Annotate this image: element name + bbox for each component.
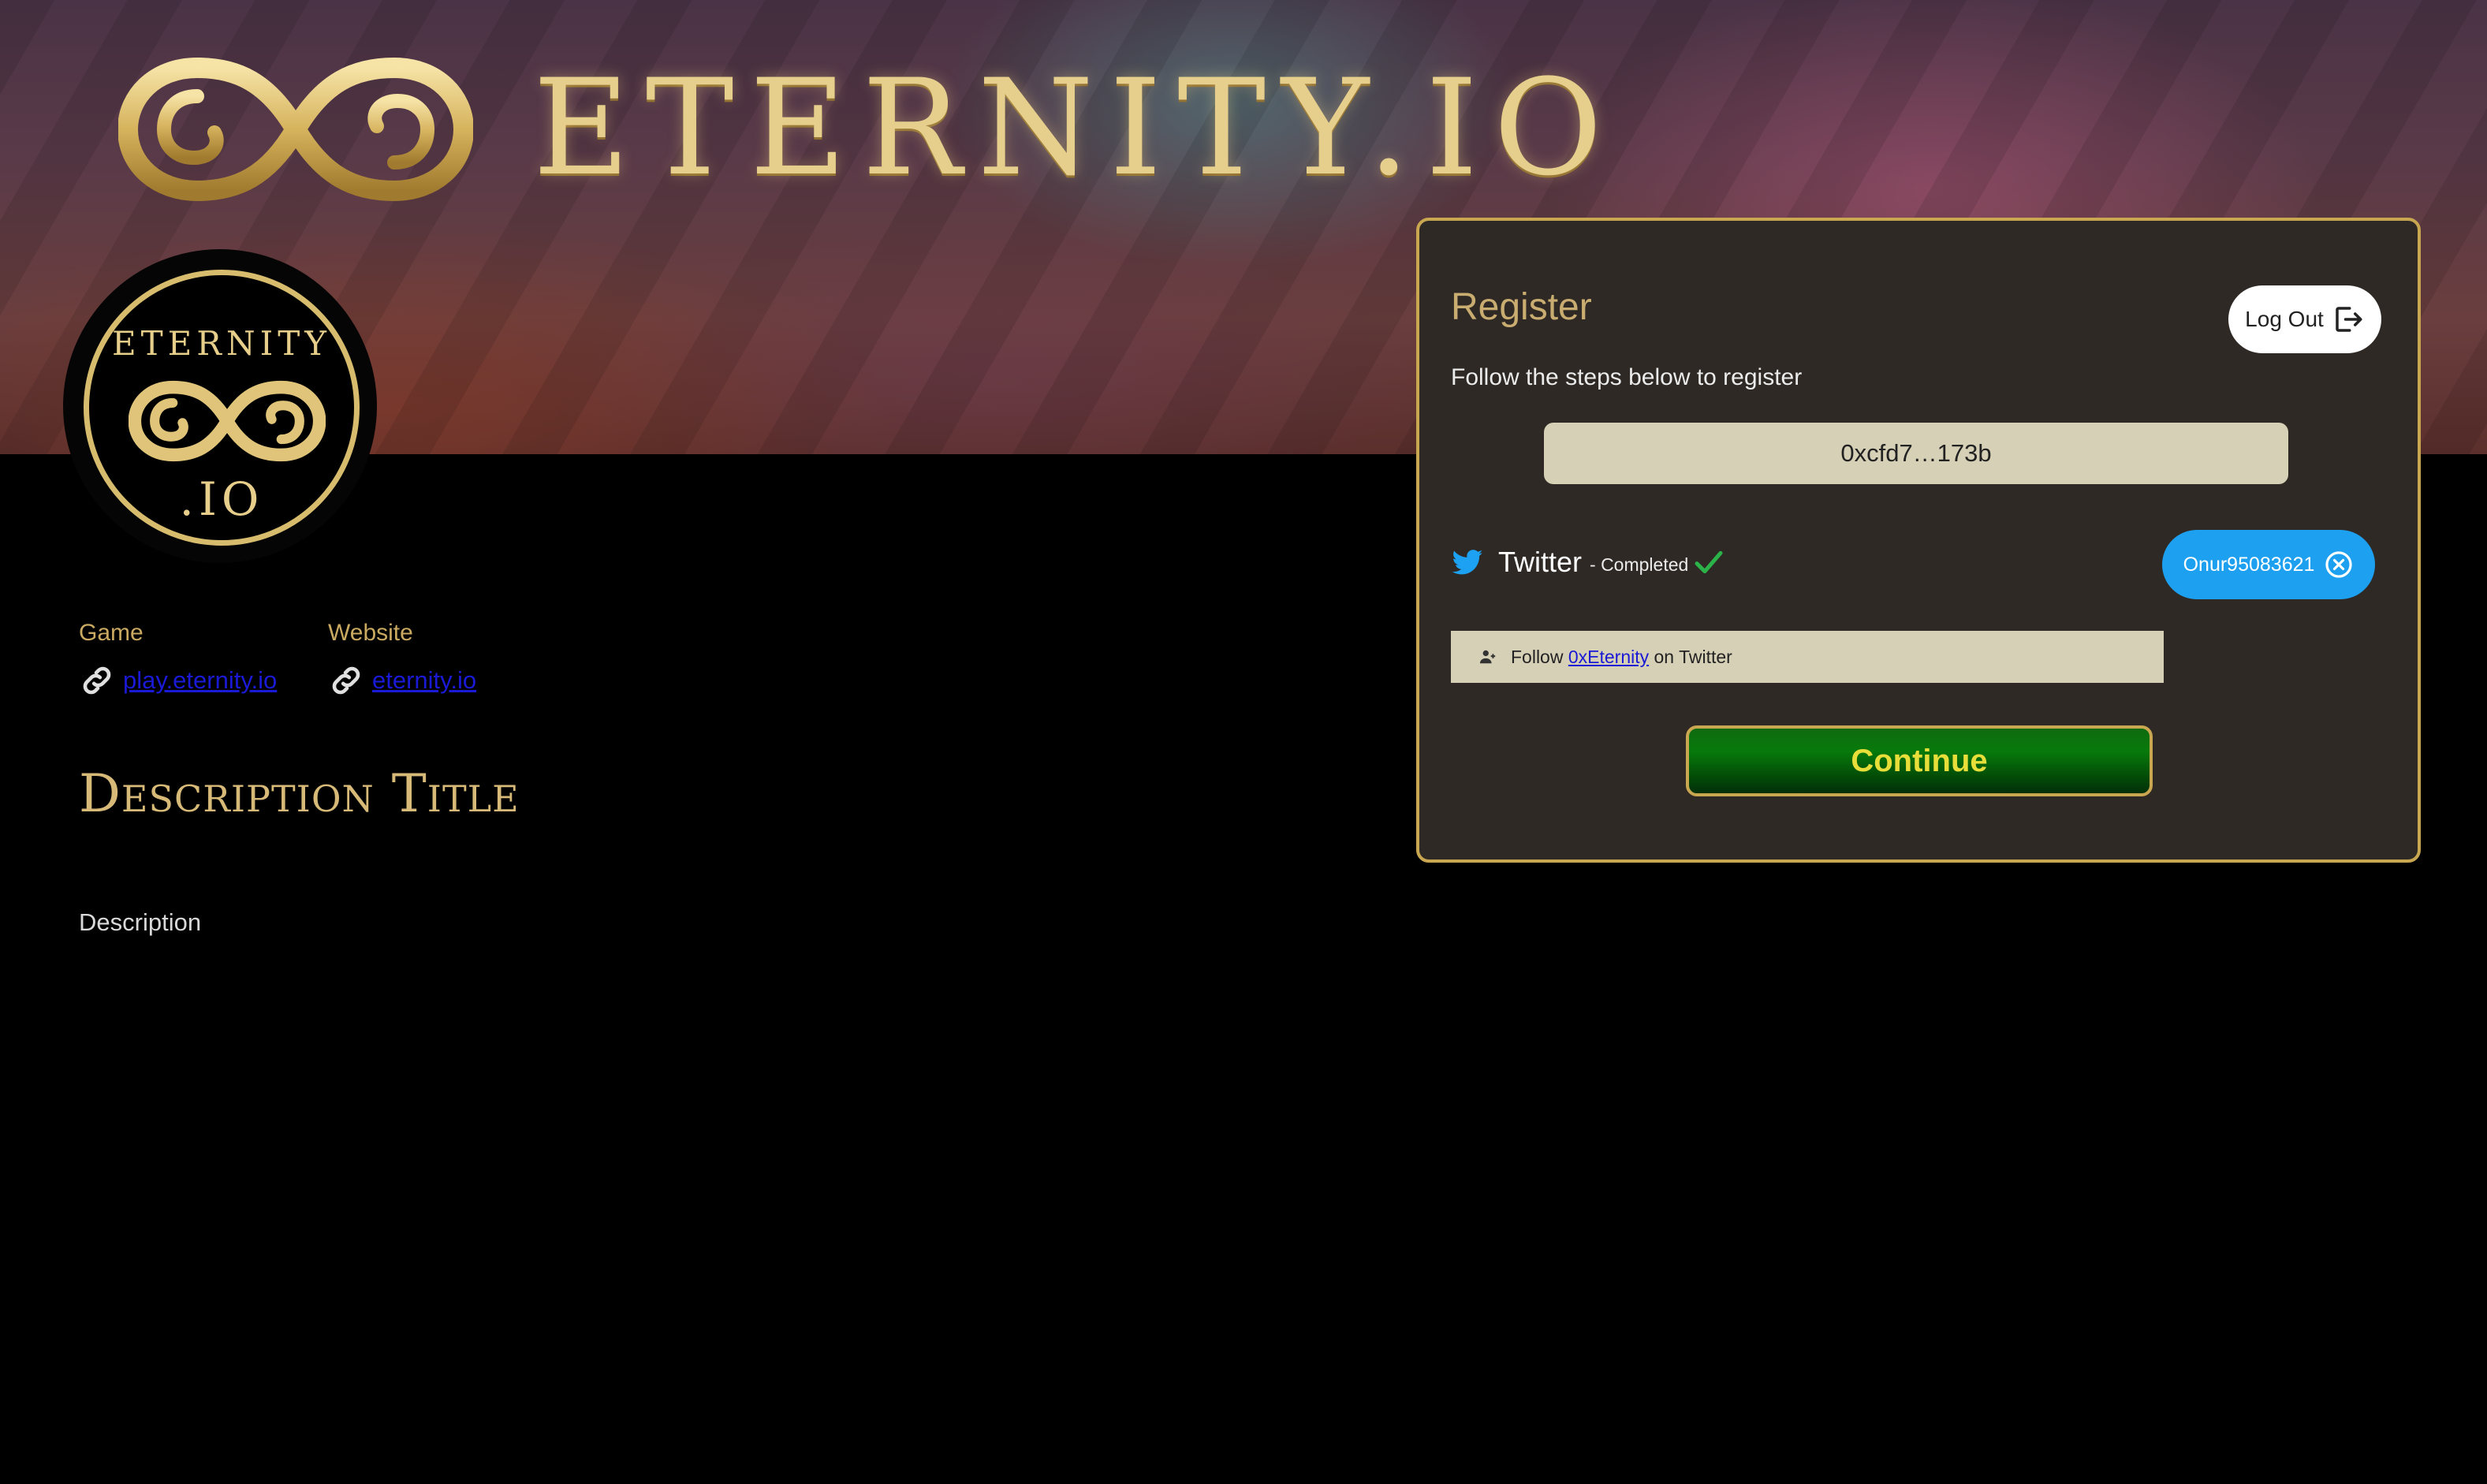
description-text: Description	[79, 908, 202, 936]
game-label: Game	[79, 620, 144, 646]
wallet-address: 0xcfd7…173b	[1840, 439, 1992, 467]
logout-label: Log Out	[2245, 307, 2324, 331]
website-link[interactable]: eternity.io	[328, 662, 476, 699]
close-circle-icon[interactable]	[2324, 550, 2354, 580]
description-title: Description Title	[79, 763, 520, 824]
brand-wordmark: ETERNITY.IO	[533, 50, 1618, 205]
avatar-badge: ETERNITY .IO	[84, 270, 360, 546]
infinity-logo-icon	[118, 57, 473, 202]
link-icon	[332, 666, 360, 695]
website-label: Website	[328, 620, 413, 646]
check-icon	[1695, 550, 1723, 574]
infinity-icon	[129, 380, 326, 462]
continue-label: Continue	[1851, 743, 1988, 778]
register-subtitle: Follow the steps below to register	[1451, 364, 1803, 390]
register-panel: Register Log Out Follow the steps below …	[1416, 218, 2421, 863]
follow-task: Follow 0xEternity on Twitter	[1451, 631, 2164, 683]
twitter-status: - Completed	[1590, 554, 1689, 575]
twitter-username: Onur95083621	[2183, 553, 2315, 576]
follow-suffix: on Twitter	[1649, 646, 1732, 667]
twitter-label: Twitter	[1498, 546, 1583, 578]
continue-button[interactable]: Continue	[1686, 725, 2153, 796]
add-user-icon	[1479, 650, 1496, 664]
logout-icon	[2336, 307, 2362, 332]
twitter-bird-icon	[1452, 550, 1483, 575]
website-url[interactable]: eternity.io	[372, 666, 476, 695]
game-link-group: Game play.eternity.io	[79, 620, 277, 699]
game-url[interactable]: play.eternity.io	[123, 666, 277, 695]
link-icon	[83, 666, 111, 695]
avatar-bottom-text: .IO	[179, 472, 264, 526]
game-link[interactable]: play.eternity.io	[79, 662, 277, 699]
twitter-user-pill[interactable]: Onur95083621	[2162, 530, 2375, 599]
register-title: Register	[1451, 286, 1592, 328]
follow-prefix: Follow	[1511, 646, 1568, 667]
avatar-top-text: ETERNITY	[111, 324, 332, 363]
avatar: ETERNITY .IO	[63, 249, 377, 563]
website-link-group: Website eternity.io	[328, 620, 476, 699]
follow-account-link[interactable]: 0xEternity	[1568, 647, 1649, 668]
logout-button[interactable]: Log Out	[2228, 285, 2381, 353]
wallet-address-button[interactable]: 0xcfd7…173b	[1544, 423, 2288, 484]
twitter-step: Twitter - Completed	[1451, 546, 1724, 579]
